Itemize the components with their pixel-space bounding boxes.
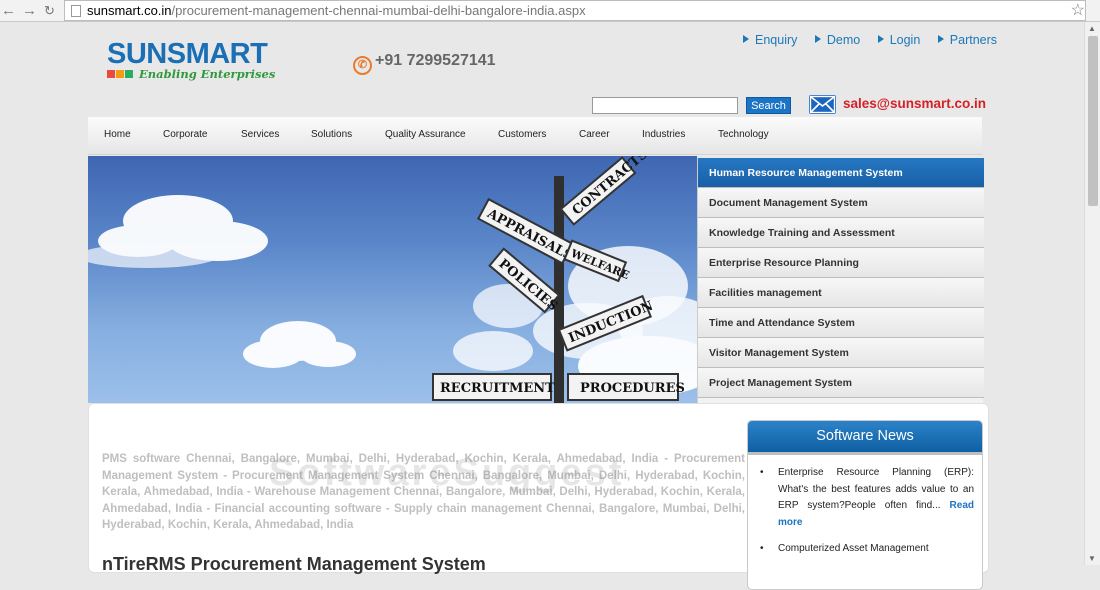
top-links: Enquiry Demo Login Partners	[743, 33, 997, 47]
url-path: /procurement-management-chennai-mumbai-d…	[171, 3, 586, 18]
scrollbar-thumb[interactable]	[1088, 36, 1098, 206]
banner-image: CONTRACTS APPRAISALS WELFARE POLICIES IN…	[88, 156, 697, 403]
search-button[interactable]: Search	[746, 97, 791, 114]
nav-services[interactable]: Services	[241, 129, 279, 140]
menu-item-dms[interactable]: Document Management System	[698, 188, 984, 218]
nav-career[interactable]: Career	[579, 129, 610, 140]
logo[interactable]: SUNSMART Enabling Enterprises	[107, 40, 277, 84]
sign-procedures: PROCEDURES	[580, 381, 685, 396]
scrollbar[interactable]: ▲ ▼	[1084, 22, 1100, 565]
watermark: SoftwareSuggest	[269, 452, 625, 494]
menu-item-hrms[interactable]: Human Resource Management System	[698, 158, 984, 188]
url-host: sunsmart.co.in	[87, 3, 172, 18]
bookmark-star-icon[interactable]: ☆	[1071, 1, 1085, 20]
logo-tagline: Enabling Enterprises	[139, 67, 276, 81]
news-item: Computerized Asset Management	[756, 541, 974, 558]
menu-item-project[interactable]: Project Management System	[698, 368, 984, 398]
nav-home[interactable]: Home	[104, 129, 131, 140]
web-page: SUNSMART Enabling Enterprises ✆ +91 72995…	[0, 22, 1084, 590]
scroll-up-icon[interactable]: ▲	[1088, 24, 1096, 33]
nav-quality-assurance[interactable]: Quality Assurance	[385, 129, 466, 140]
phone-number: ✆ +91 7299527141	[353, 52, 496, 75]
browser-toolbar: ← → ↻ sunsmart.co.in/procurement-managem…	[0, 0, 1100, 22]
news-list: Enterprise Resource Planning (ERP): What…	[748, 465, 982, 558]
sign-recruitment: RECRUITMENT	[440, 381, 555, 396]
menu-item-visitor[interactable]: Visitor Management System	[698, 338, 984, 368]
login-link[interactable]: Login	[877, 33, 921, 47]
partners-link[interactable]: Partners	[937, 33, 998, 47]
forward-icon[interactable]: →	[22, 2, 37, 19]
nav-industries[interactable]: Industries	[642, 129, 685, 140]
arrow-right-icon	[877, 35, 884, 43]
nav-corporate[interactable]: Corporate	[163, 129, 207, 140]
scroll-down-icon[interactable]: ▼	[1088, 554, 1096, 563]
nav-solutions[interactable]: Solutions	[311, 129, 352, 140]
menu-item-facilities[interactable]: Facilities management	[698, 278, 984, 308]
news-item-text: Computerized Asset Management	[778, 543, 929, 554]
signpost-illustration: CONTRACTS APPRAISALS WELFARE POLICIES IN…	[88, 156, 697, 403]
logo-square-green	[125, 70, 133, 78]
partners-label: Partners	[949, 33, 998, 47]
content-panel: PMS software Chennai, Bangalore, Mumbai,…	[88, 403, 989, 590]
menu-item-knowledge-training[interactable]: Knowledge Training and Assessment	[698, 218, 984, 248]
news-item-text: Enterprise Resource Planning (ERP): What…	[778, 467, 974, 511]
address-bar[interactable]: sunsmart.co.in/procurement-management-ch…	[64, 0, 1086, 21]
enquiry-link[interactable]: Enquiry	[743, 33, 797, 47]
main-nav: Home Corporate Services Solutions Qualit…	[88, 117, 982, 155]
arrow-right-icon	[937, 35, 944, 43]
logo-wordmark: SUNSMART	[107, 38, 268, 70]
search-input[interactable]	[592, 97, 738, 114]
phone-icon: ✆	[353, 56, 372, 75]
reload-icon[interactable]: ↻	[44, 3, 55, 19]
enquiry-label: Enquiry	[755, 33, 798, 47]
demo-label: Demo	[826, 33, 861, 47]
phone-text: +91 7299527141	[375, 52, 496, 69]
logo-square-orange	[116, 70, 124, 78]
arrow-right-icon	[743, 35, 749, 43]
logo-square-red	[107, 70, 115, 78]
nav-technology[interactable]: Technology	[718, 129, 769, 140]
news-title: Software News	[748, 421, 982, 455]
product-side-menu: Human Resource Management System Documen…	[697, 158, 984, 403]
demo-link[interactable]: Demo	[814, 33, 861, 47]
back-icon[interactable]: ←	[1, 2, 16, 19]
login-label: Login	[889, 33, 921, 47]
menu-item-erp[interactable]: Enterprise Resource Planning	[698, 248, 984, 278]
nav-customers[interactable]: Customers	[498, 129, 546, 140]
page-icon	[71, 5, 81, 17]
mail-icon	[809, 95, 836, 114]
menu-item-time-attendance[interactable]: Time and Attendance System	[698, 308, 984, 338]
sign-contracts: CONTRACTS	[570, 156, 651, 218]
email-link[interactable]: sales@sunsmart.co.in	[843, 96, 986, 111]
arrow-right-icon	[814, 35, 821, 43]
news-item: Enterprise Resource Planning (ERP): What…	[756, 465, 974, 531]
